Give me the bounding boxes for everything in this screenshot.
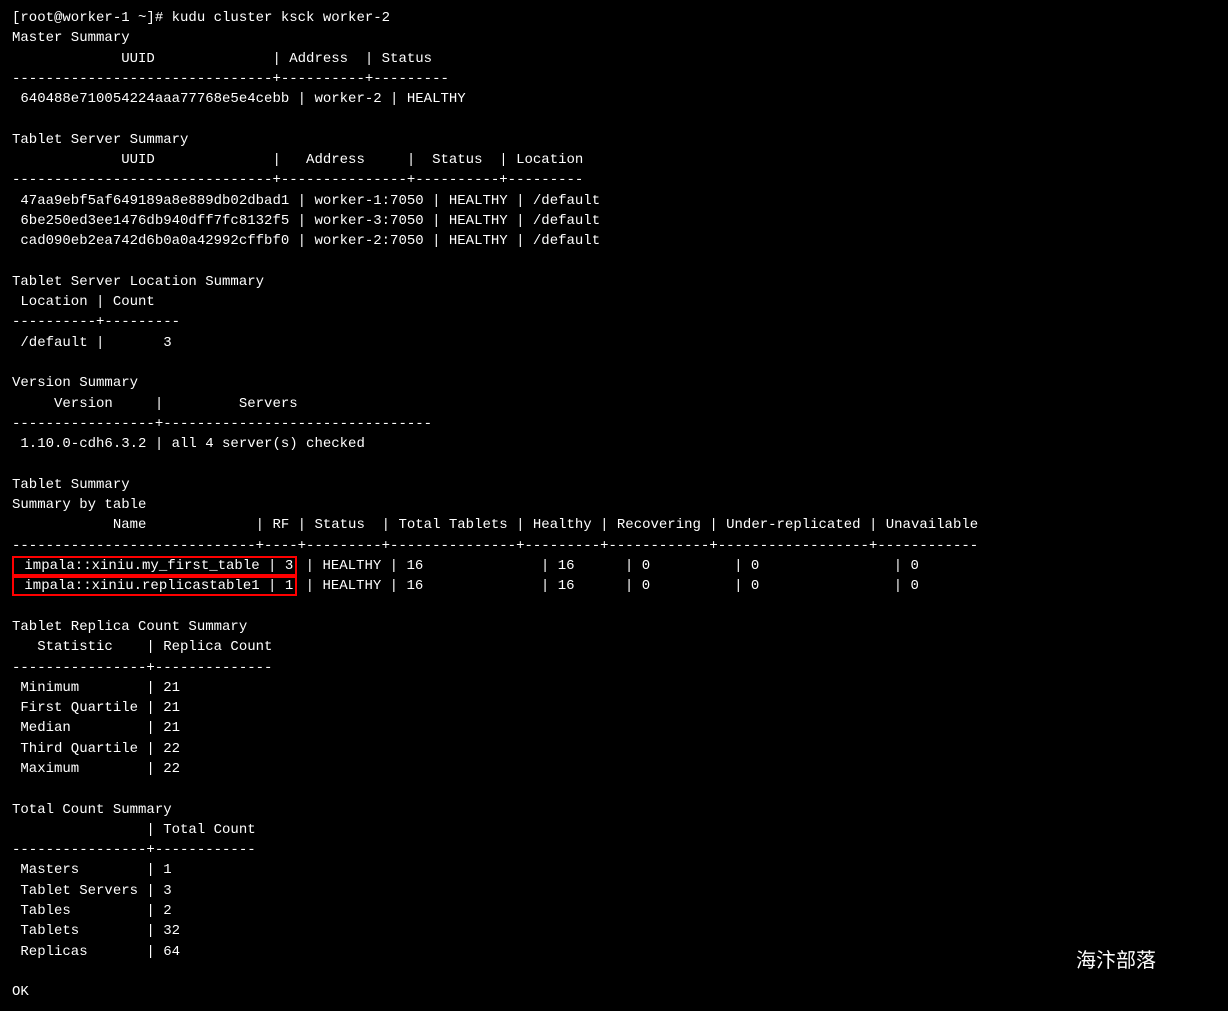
tablet-server-header: UUID | Address | Status | Location bbox=[12, 152, 583, 168]
statistic-header: Statistic | Replica Count bbox=[12, 639, 272, 655]
terminal: [root@worker-1 ~]# kudu cluster ksck wor… bbox=[12, 8, 1216, 1003]
tablet-server-row-2: 6be250ed3ee1476db940dff7fc8132f5 | worke… bbox=[12, 213, 600, 229]
tablet-server-summary-header: Tablet Server Summary bbox=[12, 132, 188, 148]
tablet-summary-header: Tablet Summary bbox=[12, 477, 130, 493]
tablet-server-location-header: Tablet Server Location Summary bbox=[12, 274, 264, 290]
tablet-server-row-1: 47aa9ebf5af649189a8e889db02dbad1 | worke… bbox=[12, 193, 600, 209]
statistic-divider: ----------------+-------------- bbox=[12, 660, 272, 676]
master-table-header: UUID | Address | Status bbox=[12, 51, 432, 67]
table-row-1: impala::xiniu.my_first_table | 3 | HEALT… bbox=[12, 556, 919, 576]
statistic-row-4: Third Quartile | 22 bbox=[12, 741, 180, 757]
replica-count-header: Tablet Replica Count Summary bbox=[12, 619, 247, 635]
master-table-divider: -------------------------------+--------… bbox=[12, 71, 449, 87]
table-header: Name | RF | Status | Total Tablets | Hea… bbox=[12, 517, 978, 533]
statistic-row-1: Minimum | 21 bbox=[12, 680, 180, 696]
location-row: /default | 3 bbox=[12, 335, 172, 351]
total-count-row-3: Tables | 2 bbox=[12, 903, 172, 919]
version-header: Version | Servers bbox=[12, 396, 298, 412]
tablet-server-divider: -------------------------------+--------… bbox=[12, 172, 583, 188]
table-row-2: impala::xiniu.replicastable1 | 1 | HEALT… bbox=[12, 576, 919, 596]
total-count-row-2: Tablet Servers | 3 bbox=[12, 883, 172, 899]
summary-by-table: Summary by table bbox=[12, 497, 146, 513]
location-divider: ----------+--------- bbox=[12, 314, 180, 330]
statistic-row-5: Maximum | 22 bbox=[12, 761, 180, 777]
table-divider: -----------------------------+----+-----… bbox=[12, 538, 978, 554]
watermark-text: 海汴部落 bbox=[1076, 944, 1156, 973]
total-count-row-5: Replicas | 64 bbox=[12, 944, 180, 960]
total-count-row-4: Tablets | 32 bbox=[12, 923, 180, 939]
total-count-divider: ----------------+------------ bbox=[12, 842, 256, 858]
master-summary-header: Master Summary bbox=[12, 30, 130, 46]
total-count-header: Total Count Summary bbox=[12, 802, 172, 818]
total-count-row-1: Masters | 1 bbox=[12, 862, 172, 878]
location-header: Location | Count bbox=[12, 294, 155, 310]
table-row-2-highlight: impala::xiniu.replicastable1 | 1 bbox=[12, 576, 297, 596]
table-row-1-highlight: impala::xiniu.my_first_table | 3 bbox=[12, 556, 297, 576]
total-count-col-header: | Total Count bbox=[12, 822, 256, 838]
statistic-row-3: Median | 21 bbox=[12, 720, 180, 736]
tablet-server-row-3: cad090eb2ea742d6b0a0a42992cffbf0 | worke… bbox=[12, 233, 600, 249]
master-row: 640488e710054224aaa77768e5e4cebb | worke… bbox=[12, 91, 466, 107]
version-summary-header: Version Summary bbox=[12, 375, 138, 391]
version-row: 1.10.0-cdh6.3.2 | all 4 server(s) checke… bbox=[12, 436, 365, 452]
prompt-line: [root@worker-1 ~]# kudu cluster ksck wor… bbox=[12, 10, 390, 26]
ok-text: OK bbox=[12, 984, 29, 1000]
statistic-row-2: First Quartile | 21 bbox=[12, 700, 180, 716]
version-divider: -----------------+----------------------… bbox=[12, 416, 432, 432]
terminal-output: [root@worker-1 ~]# kudu cluster ksck wor… bbox=[12, 8, 1216, 1003]
